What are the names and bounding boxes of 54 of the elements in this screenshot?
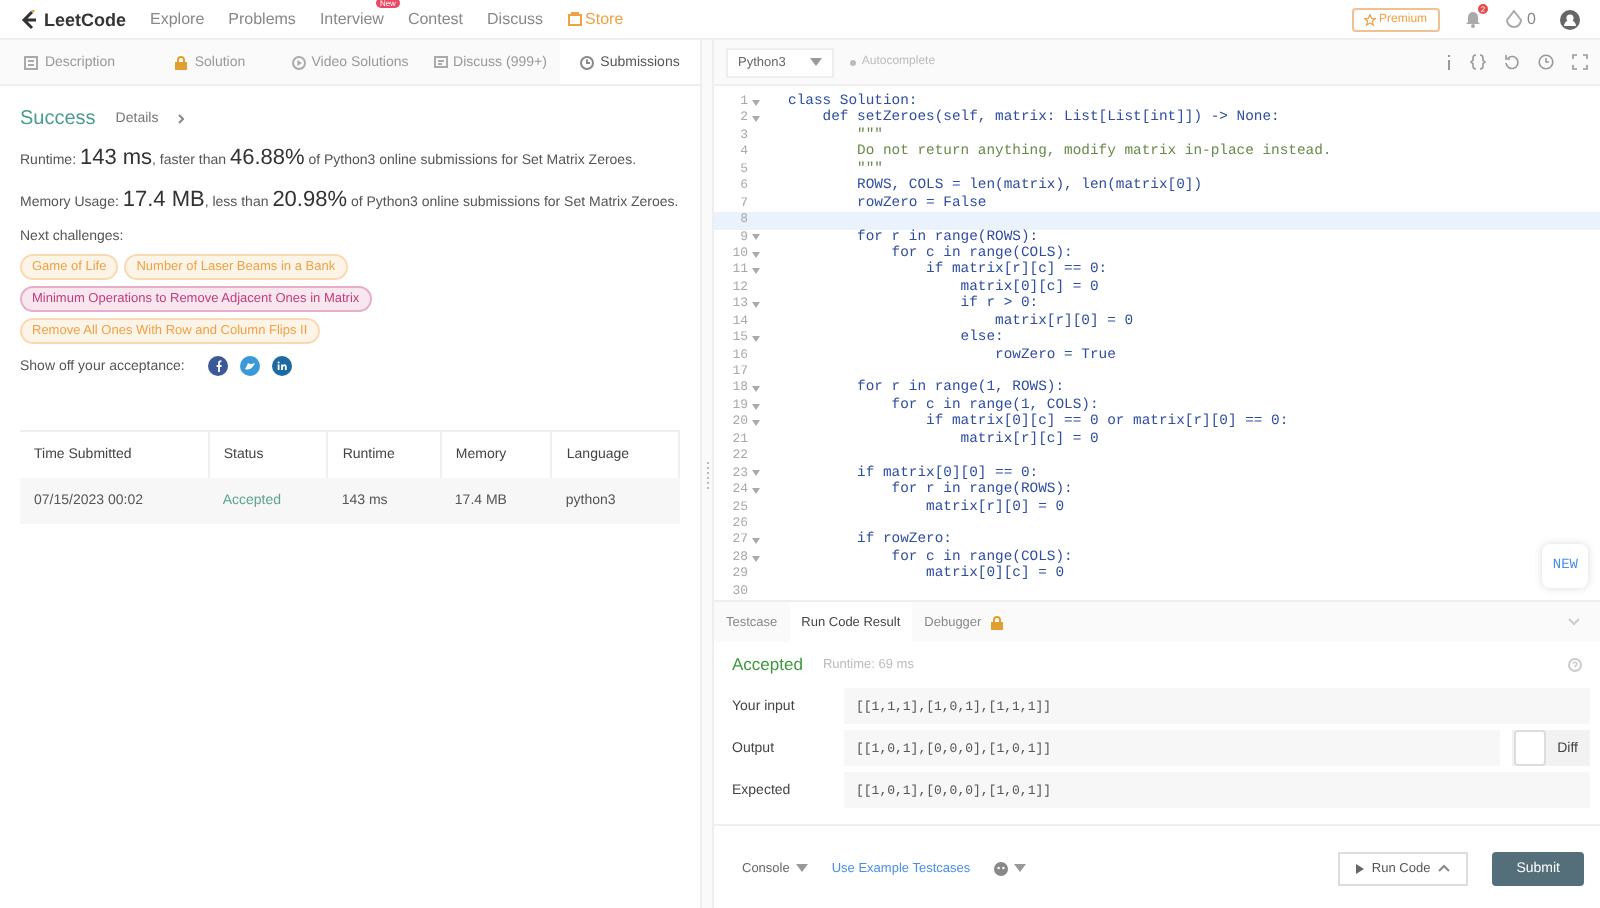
fold-arrow-icon[interactable] — [752, 116, 760, 123]
fold-arrow-icon[interactable] — [752, 403, 760, 410]
result-status: Accepted — [732, 654, 803, 675]
nav-link[interactable]: Contest — [407, 10, 464, 28]
document-icon — [24, 55, 39, 69]
store-icon — [567, 12, 582, 26]
drag-handle-icon[interactable] — [705, 461, 709, 489]
lock-icon — [174, 55, 189, 69]
fold-arrow-icon[interactable] — [752, 555, 760, 562]
dot-icon — [849, 59, 856, 65]
fold-arrow-icon[interactable] — [752, 234, 760, 241]
fold-arrow-icon[interactable] — [752, 538, 760, 545]
nav-link[interactable]: Interview — [319, 10, 384, 28]
logo-icon[interactable] — [20, 9, 38, 29]
play-icon — [291, 55, 306, 69]
caret-icon — [795, 864, 808, 873]
braces-icon[interactable] — [1470, 54, 1486, 70]
fold-arrow-icon[interactable] — [752, 470, 760, 477]
fold-arrow-icon[interactable] — [752, 335, 760, 342]
chevron-right-icon — [178, 114, 185, 124]
reset-icon[interactable] — [1504, 54, 1520, 70]
clock-icon[interactable] — [1538, 54, 1554, 70]
success-status: Success — [20, 108, 96, 130]
coin-count: 0 — [1527, 10, 1536, 28]
facebook-icon[interactable] — [208, 356, 229, 376]
linkedin-icon[interactable] — [272, 356, 293, 376]
fold-arrow-icon[interactable] — [752, 268, 760, 275]
nav-link[interactable]: Discuss — [487, 10, 544, 28]
fullscreen-icon[interactable] — [1572, 54, 1588, 70]
coin-icon[interactable] — [1505, 10, 1522, 28]
play-icon — [1355, 863, 1364, 874]
help-icon[interactable] — [1568, 657, 1582, 672]
twitter-icon[interactable] — [240, 356, 261, 376]
fold-arrow-icon[interactable] — [752, 386, 760, 393]
star-icon — [1363, 13, 1376, 25]
feedback-icon[interactable] — [994, 861, 1009, 876]
store-link[interactable]: Store — [567, 10, 624, 28]
clock-icon — [580, 55, 595, 69]
nav-link[interactable]: Problems — [228, 10, 296, 28]
caret-icon — [809, 58, 822, 66]
fold-arrow-icon[interactable] — [752, 487, 760, 494]
fold-arrow-icon[interactable] — [752, 99, 760, 106]
avatar-icon[interactable] — [1560, 9, 1580, 29]
bell-icon[interactable] — [1463, 10, 1482, 28]
caret-icon — [1014, 864, 1027, 873]
caret-icon — [1438, 864, 1451, 873]
fold-arrow-icon[interactable] — [752, 301, 760, 308]
chat-icon — [433, 55, 448, 69]
fold-arrow-icon[interactable] — [752, 420, 760, 427]
info-icon[interactable] — [1446, 54, 1452, 70]
fold-arrow-icon[interactable] — [752, 251, 760, 258]
nav-link[interactable]: Explore — [150, 10, 205, 28]
chevron-icon[interactable] — [1568, 618, 1580, 627]
brand-name[interactable]: LeetCode — [44, 9, 127, 29]
